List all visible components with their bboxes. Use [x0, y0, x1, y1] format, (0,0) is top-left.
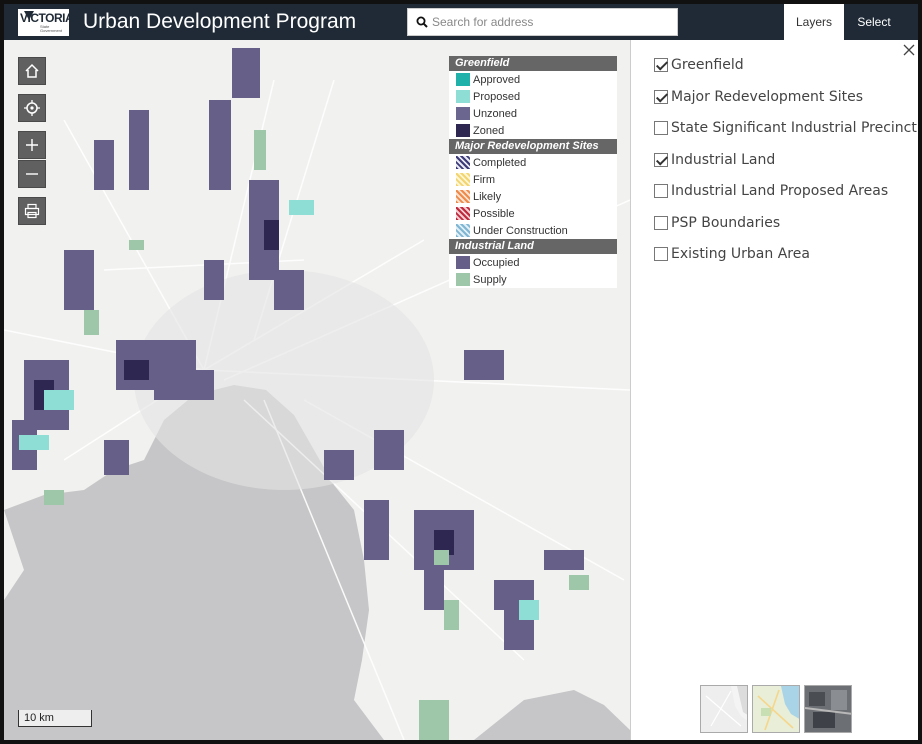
layer-label: State Significant Industrial Precinct [671, 120, 917, 136]
layer-checkbox[interactable] [654, 121, 668, 135]
legend-swatch [456, 173, 470, 186]
layer-checkbox[interactable] [654, 216, 668, 230]
victoria-logo[interactable]: VICTORIA State Government [18, 9, 74, 36]
legend-swatch [456, 73, 470, 86]
map-view[interactable]: 10 km Greenfield Approved Proposed Unzon… [4, 40, 630, 740]
zoom-in-button[interactable] [18, 131, 46, 159]
legend-item-label: Supply [473, 273, 507, 286]
layer-label: Industrial Land Proposed Areas [671, 183, 889, 199]
legend-swatch [456, 190, 470, 203]
legend-item-possible: Possible [449, 205, 617, 222]
legend-heading-industrial-land: Industrial Land [449, 239, 617, 254]
app-window: VICTORIA State Government Urban Developm… [0, 0, 922, 744]
legend-item-completed: Completed [449, 154, 617, 171]
close-panel-button[interactable] [902, 42, 918, 58]
layer-greenfield[interactable]: Greenfield [654, 55, 744, 75]
layer-major-redevelopment-sites[interactable]: Major Redevelopment Sites [654, 87, 863, 107]
layer-existing-urban-area[interactable]: Existing Urban Area [654, 244, 810, 264]
legend-swatch [456, 124, 470, 137]
locate-button[interactable] [18, 94, 46, 122]
layer-label: Greenfield [671, 57, 744, 73]
legend-item-label: Likely [473, 190, 502, 203]
layer-state-significant-industrial-precinct[interactable]: State Significant Industrial Precinct [654, 118, 917, 138]
logo-subtext: State Government [40, 24, 63, 33]
layer-checkbox[interactable] [654, 184, 668, 198]
legend-swatch [456, 256, 470, 269]
bay-water-east [474, 690, 630, 740]
app-header: VICTORIA State Government Urban Developm… [4, 4, 918, 40]
close-icon [903, 44, 915, 56]
legend-item-label: Firm [473, 173, 495, 186]
zoom-out-button[interactable] [18, 160, 46, 188]
legend-item-supply: Supply [449, 271, 617, 288]
legend-swatch [456, 107, 470, 120]
legend-item-label: Occupied [473, 256, 520, 269]
scale-bar: 10 km [18, 710, 92, 727]
layer-checkbox[interactable] [654, 90, 668, 104]
layer-checkbox[interactable] [654, 153, 668, 167]
layer-label: Existing Urban Area [671, 246, 810, 262]
tab-select[interactable]: Select [844, 4, 904, 40]
basemap-light-thumbnail [701, 686, 747, 732]
legend-item-label: Under Construction [473, 224, 568, 237]
legend-item-label: Completed [473, 156, 527, 169]
legend-item-proposed: Proposed [449, 88, 617, 105]
legend-item-under-construction: Under Construction [449, 222, 617, 239]
legend-swatch [456, 207, 470, 220]
legend-swatch [456, 90, 470, 103]
legend-swatch [456, 224, 470, 237]
legend-swatch [456, 273, 470, 286]
tab-layers[interactable]: Layers [784, 4, 844, 40]
legend-item-label: Proposed [473, 90, 521, 103]
basemap-topographic[interactable] [752, 685, 800, 733]
search-input[interactable] [432, 13, 672, 31]
zoom-in-icon [26, 139, 38, 151]
layer-checkbox[interactable] [654, 58, 668, 72]
home-icon [25, 63, 39, 78]
legend-item-approved: Approved [449, 71, 617, 88]
legend-swatch [456, 156, 470, 169]
layer-industrial-land[interactable]: Industrial Land [654, 150, 775, 170]
legend-item-unzoned: Unzoned [449, 105, 617, 122]
layer-industrial-land-proposed-areas[interactable]: Industrial Land Proposed Areas [654, 181, 888, 201]
legend-item-likely: Likely [449, 188, 617, 205]
layer-label: Industrial Land [671, 152, 776, 168]
address-search[interactable] [407, 8, 678, 36]
print-icon [24, 203, 40, 219]
legend-item-occupied: Occupied [449, 254, 617, 271]
layer-label: PSP Boundaries [671, 215, 781, 231]
print-button[interactable] [18, 197, 46, 225]
zoom-out-icon [26, 173, 38, 175]
legend-item-label: Possible [473, 207, 515, 220]
legend-heading-major-redevelopment: Major Redevelopment Sites [449, 139, 617, 154]
legend-item-zoned: Zoned [449, 122, 617, 139]
legend-item-label: Unzoned [473, 107, 518, 120]
logo-text: VICTORIA [20, 11, 74, 25]
basemap-imagery[interactable] [804, 685, 852, 733]
legend-item-firm: Firm [449, 171, 617, 188]
basemap-topographic-thumbnail [753, 686, 799, 732]
locate-icon [24, 100, 40, 116]
layer-checkbox[interactable] [654, 247, 668, 261]
legend-item-label: Zoned [473, 124, 505, 137]
legend-item-label: Approved [473, 73, 521, 86]
layer-label: Major Redevelopment Sites [671, 89, 864, 105]
layers-panel: Greenfield Major Redevelopment Sites Sta… [630, 40, 918, 740]
basemap-light[interactable] [700, 685, 748, 733]
map-legend: Greenfield Approved Proposed Unzoned Zon… [449, 56, 617, 288]
app-title: Urban Development Program [83, 10, 357, 33]
legend-heading-greenfield: Greenfield [449, 56, 617, 71]
search-icon [416, 16, 428, 28]
layer-psp-boundaries[interactable]: PSP Boundaries [654, 213, 780, 233]
home-button[interactable] [18, 57, 46, 85]
basemap-imagery-thumbnail [805, 686, 851, 732]
